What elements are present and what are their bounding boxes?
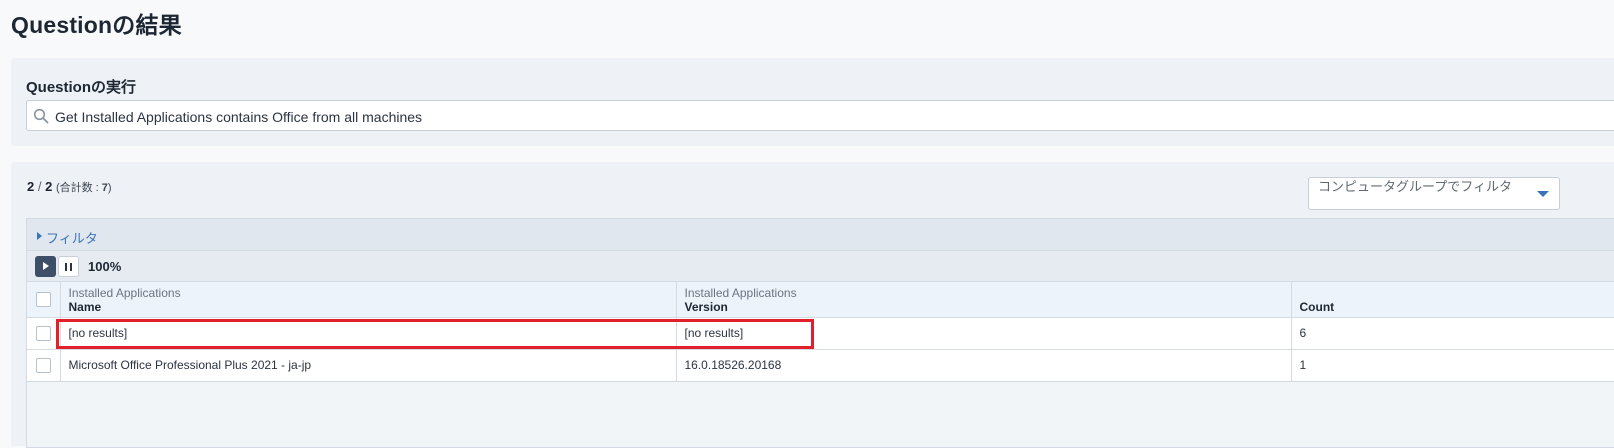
column-name-label: Version xyxy=(684,299,728,314)
row-checkbox[interactable] xyxy=(35,325,51,341)
playback-controls: 100% xyxy=(27,251,1614,282)
result-total-label: (合計数 : xyxy=(55,182,102,194)
cell-version: 16.0.18526.20168 xyxy=(676,349,1292,382)
play-button[interactable] xyxy=(35,256,56,277)
computer-group-filter-placeholder: コンピュータグループでフィルタ xyxy=(1318,179,1512,194)
table-row[interactable]: [no results] [no results] 6 xyxy=(27,317,1614,350)
search-icon xyxy=(33,108,49,124)
select-all-cell xyxy=(27,282,61,318)
cell-version: [no results] xyxy=(676,317,1292,350)
row-select-cell xyxy=(27,349,61,382)
question-query-text[interactable]: Get Installed Applications contains Offi… xyxy=(55,109,422,125)
row-select-cell xyxy=(27,317,61,350)
results-panel: 2 / 2 (合計数 : 7) コンピュータグループでフィルタ フィルタ 100… xyxy=(11,162,1614,448)
result-total-close: ) xyxy=(107,182,112,194)
table-header-row: Installed Applications Name Installed Ap… xyxy=(27,282,1614,318)
question-search-input[interactable]: Get Installed Applications contains Offi… xyxy=(26,100,1614,131)
column-name-label: Count xyxy=(1299,299,1335,314)
result-total: (合計数 : 7) xyxy=(56,182,112,194)
column-group-label: Installed Applications xyxy=(684,285,797,300)
result-row-count: 2 xyxy=(45,179,53,194)
ask-question-label: Questionの実行 xyxy=(26,79,137,96)
caret-right-icon xyxy=(37,232,42,240)
select-all-checkbox[interactable] xyxy=(35,291,51,307)
column-header-count[interactable]: Count xyxy=(1291,282,1614,318)
column-name-label: Name xyxy=(68,299,102,314)
play-icon xyxy=(43,262,49,270)
column-header-version[interactable]: Installed Applications Version xyxy=(676,282,1292,318)
table-row[interactable]: Microsoft Office Professional Plus 2021 … xyxy=(27,349,1614,382)
row-checkbox[interactable] xyxy=(35,357,51,373)
column-group-label: Installed Applications xyxy=(68,285,181,300)
computer-group-filter-select[interactable]: コンピュータグループでフィルタ xyxy=(1308,177,1560,210)
cell-count: 1 xyxy=(1291,349,1614,382)
cell-count: 6 xyxy=(1291,317,1614,350)
result-count: 2 / 2 (合計数 : 7) xyxy=(27,179,112,195)
chevron-down-icon[interactable] xyxy=(1537,191,1549,197)
pause-icon xyxy=(65,263,72,271)
pause-button[interactable] xyxy=(58,256,79,277)
page-title: Questionの結果 xyxy=(11,12,182,38)
results-table: Installed Applications Name Installed Ap… xyxy=(27,282,1614,382)
progress-percent: 100% xyxy=(88,259,122,274)
filter-label[interactable]: フィルタ xyxy=(46,228,98,247)
cell-name: Microsoft Office Professional Plus 2021 … xyxy=(60,349,677,382)
results-grid: フィルタ 100% Installed Applications Name In… xyxy=(26,218,1614,448)
filter-toggle[interactable]: フィルタ xyxy=(27,219,1614,251)
result-count-separator: / xyxy=(34,179,46,194)
ask-question-panel: Questionの実行 Get Installed Applications c… xyxy=(11,58,1614,146)
column-header-name[interactable]: Installed Applications Name xyxy=(60,282,677,318)
cell-name: [no results] xyxy=(60,317,677,350)
